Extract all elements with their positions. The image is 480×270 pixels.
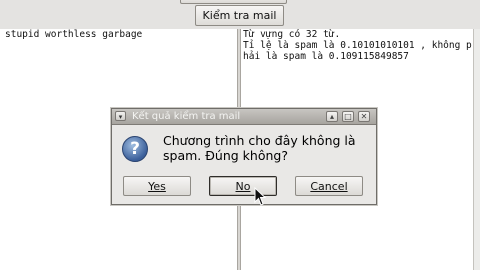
dialog-message-line2: spam. Đúng không?: [163, 148, 288, 163]
result-dialog: ▾ Kết quả kiểm tra mail ▴ □ ✕ ? Chương t…: [111, 108, 377, 205]
result-text: Từ vựng có 32 từ. Tỉ lệ là spam là 0.101…: [243, 29, 472, 62]
mail-input-text: stupid worthless garbage: [5, 29, 143, 40]
window-menu-icon[interactable]: ▾: [115, 111, 126, 121]
maximize-icon[interactable]: □: [342, 111, 354, 122]
dialog-message-line1: Chương trình cho đây không là: [163, 133, 356, 148]
result-line-notspam: hải là spam là 0.109115849857: [243, 51, 409, 62]
result-line-spam: Tỉ lệ là spam là 0.10101010101 , không p: [243, 40, 472, 51]
top-button[interactable]: [180, 0, 287, 4]
mouse-pointer-icon: [254, 187, 266, 206]
dialog-title: Kết quả kiểm tra mail: [132, 111, 241, 122]
question-icon: ?: [122, 136, 148, 162]
check-mail-button[interactable]: Kiểm tra mail: [195, 5, 284, 26]
dialog-titlebar[interactable]: ▾ Kết quả kiểm tra mail ▴ □ ✕: [112, 109, 376, 125]
right-scrollbar[interactable]: [473, 29, 480, 270]
toolbar: Kiểm tra mail: [0, 0, 480, 30]
dialog-message: Chương trình cho đây không là spam. Đúng…: [163, 133, 373, 163]
no-button[interactable]: No: [209, 176, 277, 196]
shade-up-icon[interactable]: ▴: [326, 111, 338, 122]
yes-button[interactable]: Yes: [123, 176, 191, 196]
cancel-button[interactable]: Cancel: [295, 176, 363, 196]
result-line-vocab: Từ vựng có 32 từ.: [243, 29, 341, 40]
close-icon[interactable]: ✕: [358, 111, 370, 122]
